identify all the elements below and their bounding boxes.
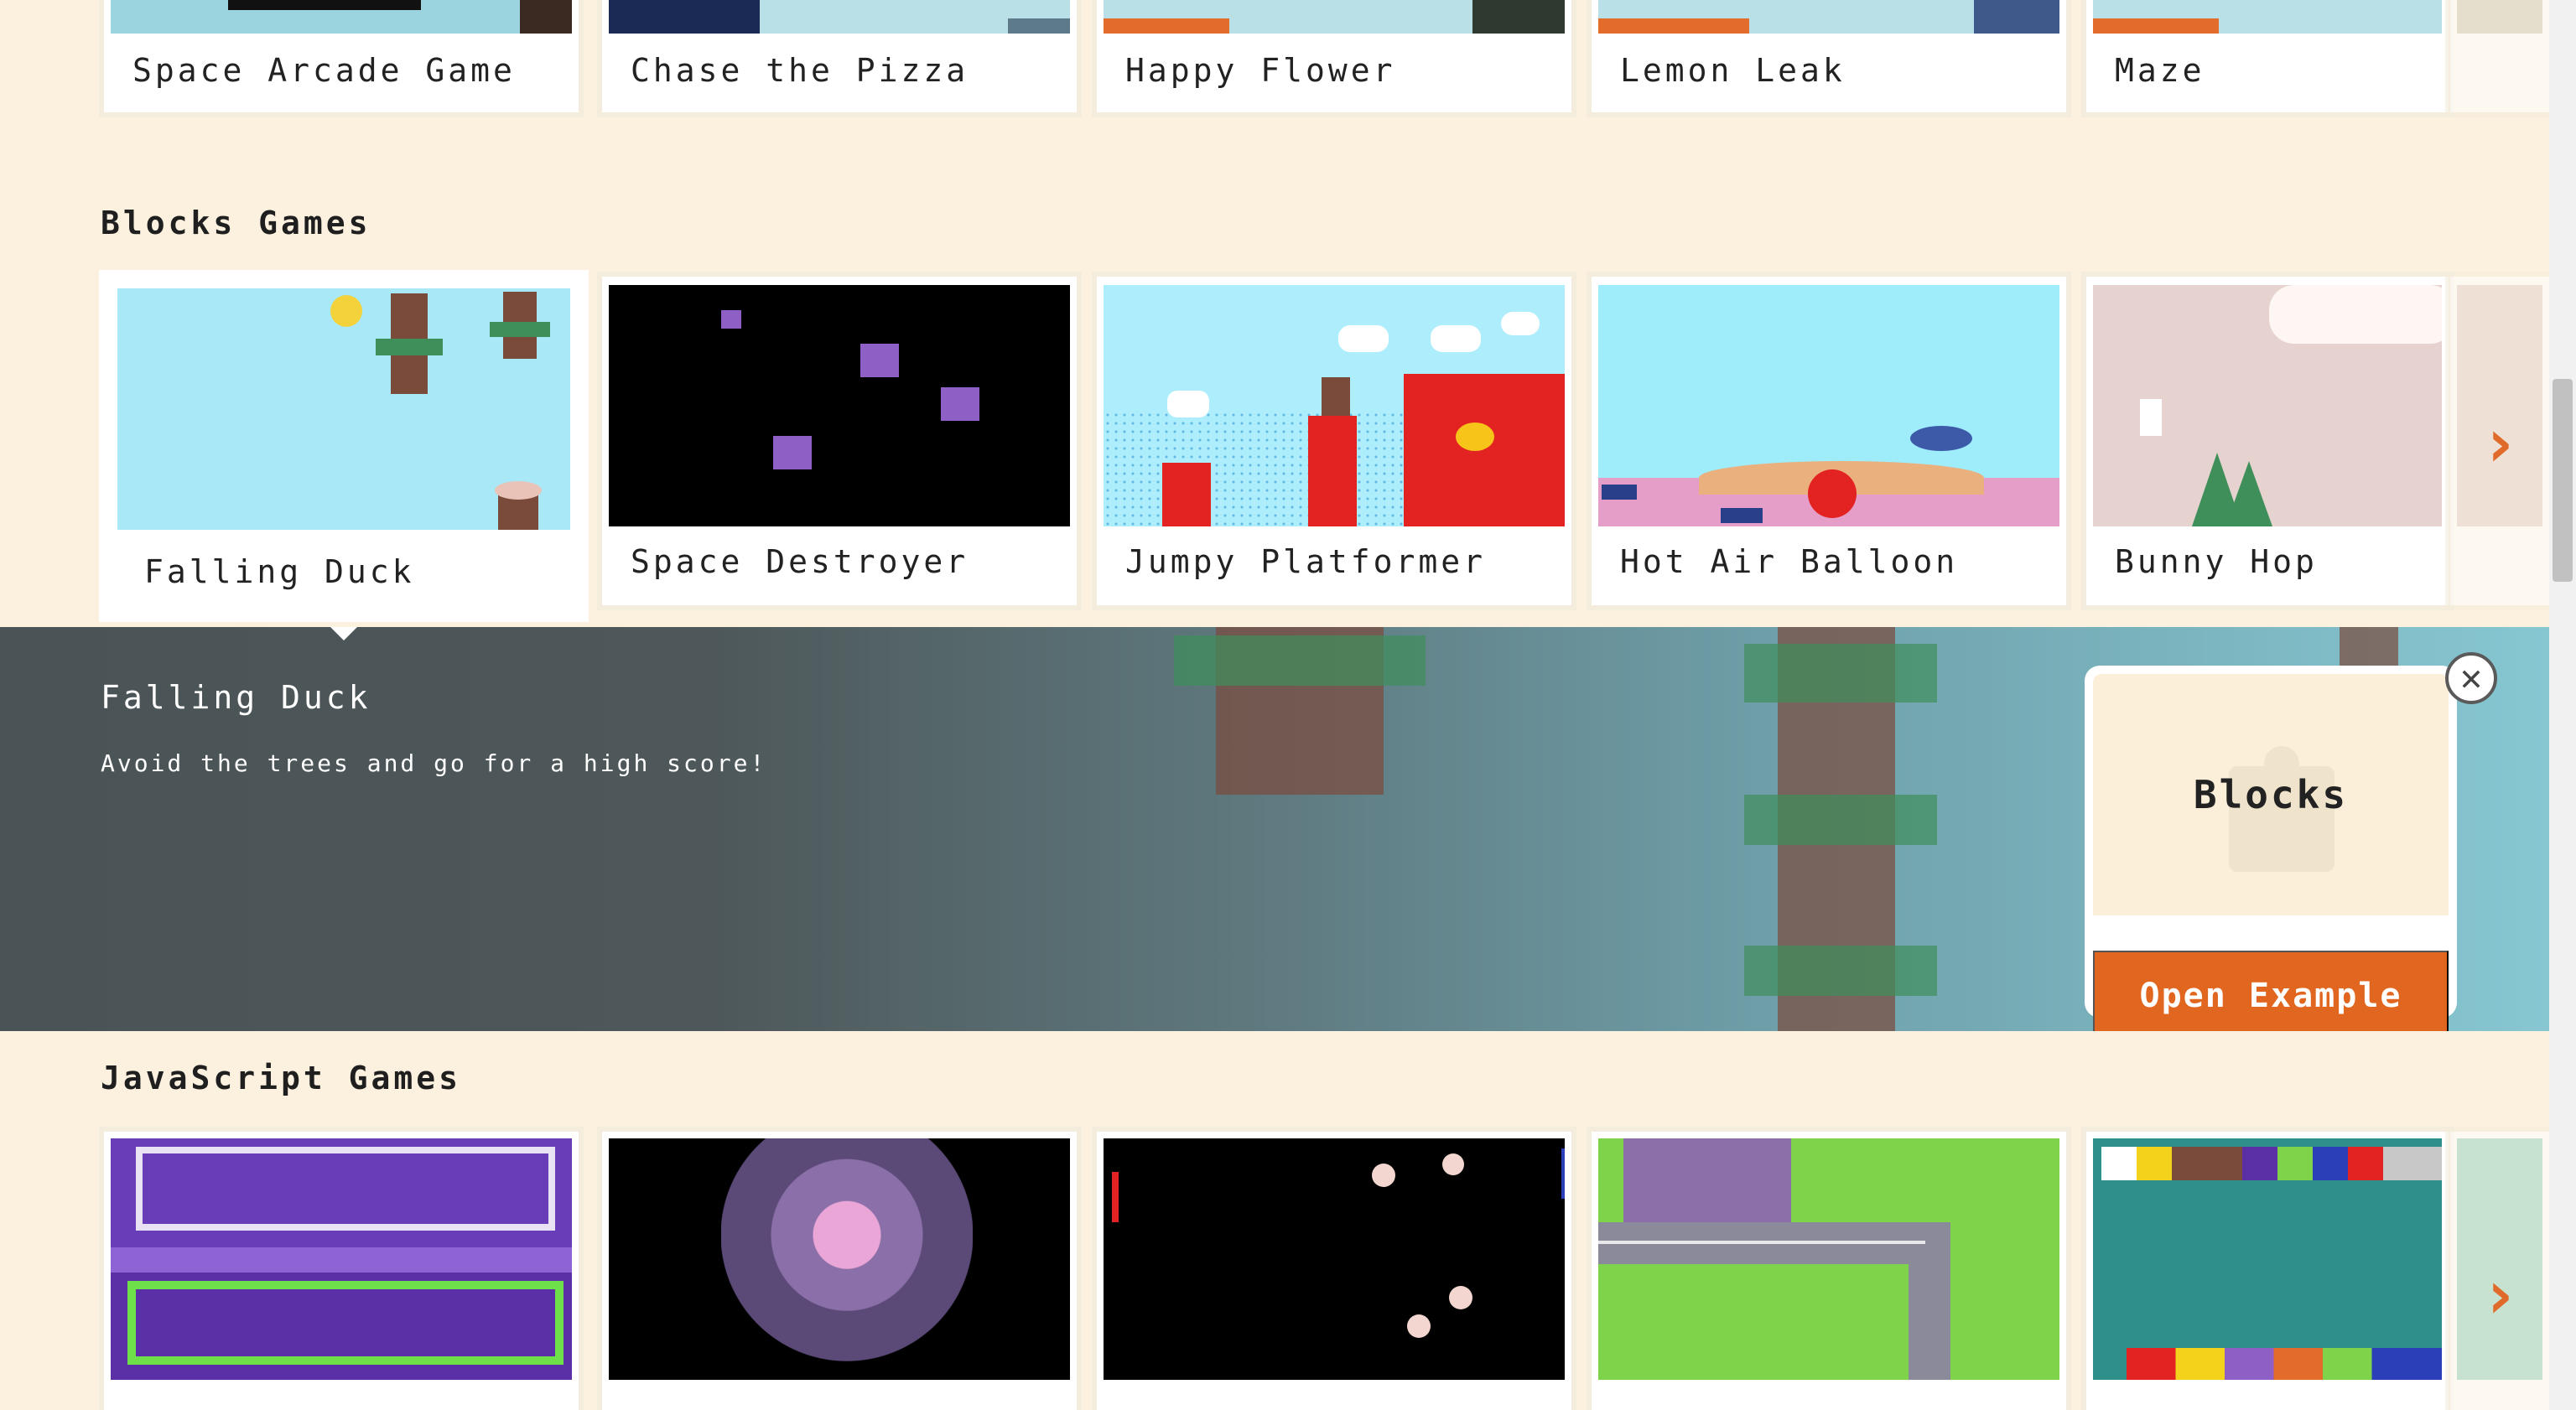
detail-description: Avoid the trees and go for a high score! [101,749,767,777]
game-card-chase-the-pizza[interactable]: Chase the Pizza [602,0,1077,112]
scrollbar-thumb[interactable] [2553,379,2573,582]
game-thumbnail [2093,1138,2442,1380]
game-card-js-4[interactable] [1592,1132,2066,1410]
game-thumbnail [1104,1138,1565,1380]
next-arrow-icon[interactable]: › [2470,406,2529,481]
editor-card: Blocks Open Example [2085,666,2457,1031]
game-title: Jumpy Platformer [1125,543,1487,580]
game-title: Bunny Hop [2115,543,2318,580]
game-card-jumpy-platformer[interactable]: Jumpy Platformer [1097,277,1571,605]
game-card-space-destroyer[interactable]: Space Destroyer [602,277,1077,605]
page: Space Arcade Game Chase the Pizza Happy … [0,0,2576,1410]
game-thumbnail [609,0,1070,34]
game-card-space-arcade[interactable]: Space Arcade Game [104,0,579,112]
game-card-hot-air-balloon[interactable]: Hot Air Balloon [1592,277,2066,605]
game-title: Lemon Leak [1620,52,1846,89]
game-title: Hot Air Balloon [1620,543,1959,580]
detail-pointer [329,627,359,640]
game-card-js-2[interactable] [602,1132,1077,1410]
game-title: Maze [2115,52,2205,89]
game-detail-panel: Falling Duck Avoid the trees and go for … [0,627,2549,1031]
close-icon[interactable]: ✕ [2445,652,2497,704]
game-card-js-5[interactable] [2086,1132,2449,1410]
game-card-happy-flower[interactable]: Happy Flower [1097,0,1571,112]
game-thumbnail [111,1138,572,1380]
game-thumbnail [609,285,1070,526]
game-thumbnail [1598,285,2059,526]
next-arrow-icon[interactable]: › [2470,1257,2529,1333]
game-card-planet-putt-putt[interactable] [104,1132,579,1410]
game-title: Space Arcade Game [132,52,516,89]
game-card-lemon-leak[interactable]: Lemon Leak [1592,0,2066,112]
game-thumbnail [1598,0,2059,34]
game-title: Space Destroyer [631,543,969,580]
game-card-bunny-hop[interactable]: Bunny Hop [2086,277,2449,605]
game-title: Happy Flower [1125,52,1396,89]
game-title: Falling Duck [144,553,415,590]
detail-title: Falling Duck [101,679,371,716]
game-card-js-3[interactable] [1097,1132,1571,1410]
game-card-partial[interactable] [2450,0,2549,112]
game-card-falling-duck[interactable]: Falling Duck [99,270,589,622]
game-thumbnail [609,1138,1070,1380]
game-thumbnail [117,288,570,530]
game-thumbnail [2457,0,2542,34]
game-title: Chase the Pizza [631,52,969,89]
game-card-maze[interactable]: Maze [2086,0,2449,112]
editor-preview: Blocks [2093,674,2449,915]
section-title-javascript: JavaScript Games [101,1060,462,1096]
game-thumbnail [1104,285,1565,526]
game-thumbnail [2093,285,2442,526]
game-thumbnail [2093,0,2442,34]
scrollbar-track[interactable] [2549,0,2576,1410]
game-thumbnail [111,0,572,34]
game-thumbnail [1598,1138,2059,1380]
open-example-button[interactable]: Open Example [2093,951,2449,1031]
game-thumbnail [1104,0,1565,34]
section-title-blocks: Blocks Games [101,205,371,241]
editor-name: Blocks [2193,772,2349,817]
